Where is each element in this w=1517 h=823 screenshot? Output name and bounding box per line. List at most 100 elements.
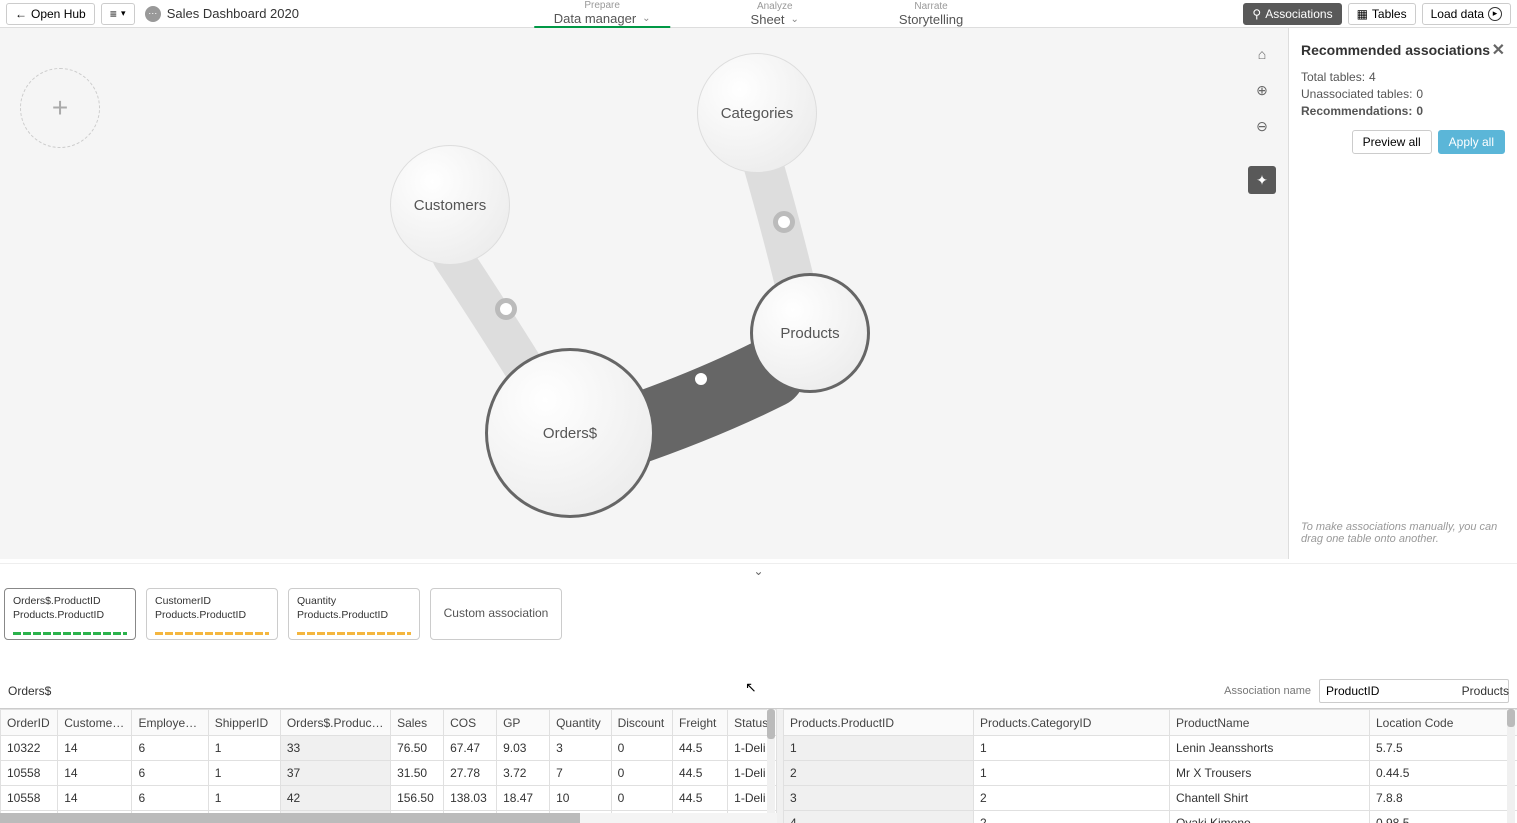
right-vscroll[interactable] xyxy=(1507,709,1515,823)
col-header[interactable]: Products.ProductID xyxy=(784,710,974,736)
hamburger-icon: ≡ xyxy=(110,7,117,21)
bubble-label: Categories xyxy=(721,105,794,122)
table-row[interactable]: 1055814613731.5027.783.727044.51-Deli xyxy=(1,761,777,786)
bubble-orders[interactable]: Orders$ xyxy=(485,348,655,518)
mode-tabs: PrepareData manager ⌄ AnalyzeSheet ⌄ Narra… xyxy=(534,0,983,28)
tables-view-button[interactable]: ▦ Tables xyxy=(1348,3,1416,25)
right-table-name: Products xyxy=(1462,674,1509,708)
table-header-row: Orders$ Association name xyxy=(0,674,1517,708)
table-row[interactable]: 42Oyaki Kimono0.98.5 xyxy=(784,811,1517,823)
load-data-button[interactable]: Load data ▸ xyxy=(1422,3,1511,25)
card-line2: Products.ProductID xyxy=(13,609,127,623)
left-table[interactable]: OrderIDCustomerIDEmployeeIDShipperIDOrde… xyxy=(0,709,777,823)
bubble-categories[interactable]: Categories xyxy=(697,53,817,173)
table-cell: 4 xyxy=(784,811,974,823)
table-cell: 1 xyxy=(784,736,974,761)
zoom-out-button[interactable]: ⊖ xyxy=(1248,112,1276,140)
close-panel-button[interactable]: ✕ xyxy=(1492,40,1505,60)
home-view-button[interactable]: ⌂ xyxy=(1248,40,1276,68)
table-cell: 18.47 xyxy=(497,786,550,811)
mode-tab-data-manager[interactable]: PrepareData manager ⌄ xyxy=(534,0,671,28)
col-header[interactable]: Freight xyxy=(673,710,728,736)
col-header[interactable]: CustomerID xyxy=(58,710,132,736)
table-cell: 10322 xyxy=(1,736,58,761)
chevron-down-icon: ▾ xyxy=(121,8,126,19)
table-row[interactable]: 1032214613376.5067.479.033044.51-Deli xyxy=(1,736,777,761)
right-tools: ⚲ Associations ▦ Tables Load data ▸ xyxy=(1243,3,1511,25)
strength-bar xyxy=(297,632,411,635)
strength-bar xyxy=(155,632,269,635)
col-header[interactable]: Products.CategoryID xyxy=(974,710,1170,736)
table-cell: 3 xyxy=(784,786,974,811)
plus-icon: + xyxy=(52,92,68,124)
table-row[interactable]: 11Lenin Jeansshorts5.7.5 xyxy=(784,736,1517,761)
tables-label: Tables xyxy=(1372,7,1407,21)
table-cell: 7.8.8 xyxy=(1370,786,1517,811)
left-hscroll[interactable] xyxy=(0,813,777,823)
magic-wand-button[interactable]: ✦ xyxy=(1248,166,1276,194)
table-row[interactable]: 21Mr X Trousers0.44.5 xyxy=(784,761,1517,786)
col-header[interactable]: EmployeeID xyxy=(132,710,208,736)
associations-icon: ⚲ xyxy=(1252,7,1261,21)
apply-all-button[interactable]: Apply all xyxy=(1438,130,1505,154)
table-cell: 0 xyxy=(611,786,672,811)
bubble-customers[interactable]: Customers xyxy=(390,145,510,265)
bubble-label: Products xyxy=(780,325,839,342)
add-table-button[interactable]: + xyxy=(20,68,100,148)
canvas-tools: ⌂ ⊕ ⊖ ✦ xyxy=(1248,40,1276,194)
table-cell: 1 xyxy=(208,736,280,761)
table-cell: 7 xyxy=(550,761,611,786)
preview-all-button[interactable]: Preview all xyxy=(1352,130,1432,154)
table-row[interactable]: 32Chantell Shirt7.8.8 xyxy=(784,786,1517,811)
table-cell: 14 xyxy=(58,761,132,786)
col-header[interactable]: GP xyxy=(497,710,550,736)
table-cell: 27.78 xyxy=(444,761,497,786)
table-cell: Mr X Trousers xyxy=(1170,761,1370,786)
associations-canvas[interactable]: + Categories Customers Products Orders$ … xyxy=(0,28,1288,559)
bubble-products[interactable]: Products xyxy=(750,273,870,393)
table-cell: 10558 xyxy=(1,786,58,811)
open-hub-button[interactable]: ← Open Hub xyxy=(6,3,95,25)
col-header[interactable]: Orders$.ProductID xyxy=(280,710,390,736)
table-cell: 0.98.5 xyxy=(1370,811,1517,823)
wand-icon: ✦ xyxy=(1256,172,1268,189)
col-header[interactable]: ProductName xyxy=(1170,710,1370,736)
col-header[interactable]: ShipperID xyxy=(208,710,280,736)
play-icon: ▸ xyxy=(1488,7,1502,21)
card-line1: Orders$.ProductID xyxy=(13,595,127,609)
connector-customers-orders[interactable] xyxy=(495,298,517,320)
top-bar: ← Open Hub ≡ ▾ ⋯ Sales Dashboard 2020 Pr… xyxy=(0,0,1517,28)
mode-tab-super: Narrate xyxy=(899,1,963,12)
col-header[interactable]: COS xyxy=(444,710,497,736)
table-cell: 1 xyxy=(974,761,1170,786)
association-card-1[interactable]: CustomerIDProducts.ProductID xyxy=(146,588,278,640)
left-table-container: OrderIDCustomerIDEmployeeIDShipperIDOrde… xyxy=(0,709,777,823)
association-card-2[interactable]: QuantityProducts.ProductID xyxy=(288,588,420,640)
table-cell: 14 xyxy=(58,786,132,811)
collapse-preview-button[interactable]: ⌄ xyxy=(0,563,1517,583)
col-header[interactable]: Discount xyxy=(611,710,672,736)
table-cell: 37 xyxy=(280,761,390,786)
connector-orders-products[interactable] xyxy=(690,368,712,390)
zoom-in-icon: ⊕ xyxy=(1256,82,1268,99)
recommendations-panel: Recommended associations ✕ Total tables:… xyxy=(1288,28,1517,559)
mode-tab-storytelling[interactable]: NarrateStorytelling xyxy=(879,0,983,28)
hamburger-menu-button[interactable]: ≡ ▾ xyxy=(101,3,135,25)
zoom-in-button[interactable]: ⊕ xyxy=(1248,76,1276,104)
right-table[interactable]: Products.ProductIDProducts.CategoryIDPro… xyxy=(783,709,1517,823)
table-row[interactable]: 10558146142156.50138.0318.4710044.51-Del… xyxy=(1,786,777,811)
chevron-down-icon: ⌄ xyxy=(791,14,799,25)
left-vscroll[interactable] xyxy=(767,709,775,823)
col-header[interactable]: Location Code xyxy=(1370,710,1517,736)
col-header[interactable]: OrderID xyxy=(1,710,58,736)
col-header[interactable]: Sales xyxy=(391,710,444,736)
col-header[interactable]: Quantity xyxy=(550,710,611,736)
custom-association-card[interactable]: Custom association xyxy=(430,588,562,640)
table-cell: 44.5 xyxy=(673,761,728,786)
associations-view-button[interactable]: ⚲ Associations xyxy=(1243,3,1341,25)
connector-categories-products[interactable] xyxy=(773,211,795,233)
table-cell: 1 xyxy=(974,736,1170,761)
card-line2: Products.ProductID xyxy=(155,609,269,623)
association-card-0[interactable]: Orders$.ProductIDProducts.ProductID xyxy=(4,588,136,640)
mode-tab-sheet[interactable]: AnalyzeSheet ⌄ xyxy=(731,0,819,28)
